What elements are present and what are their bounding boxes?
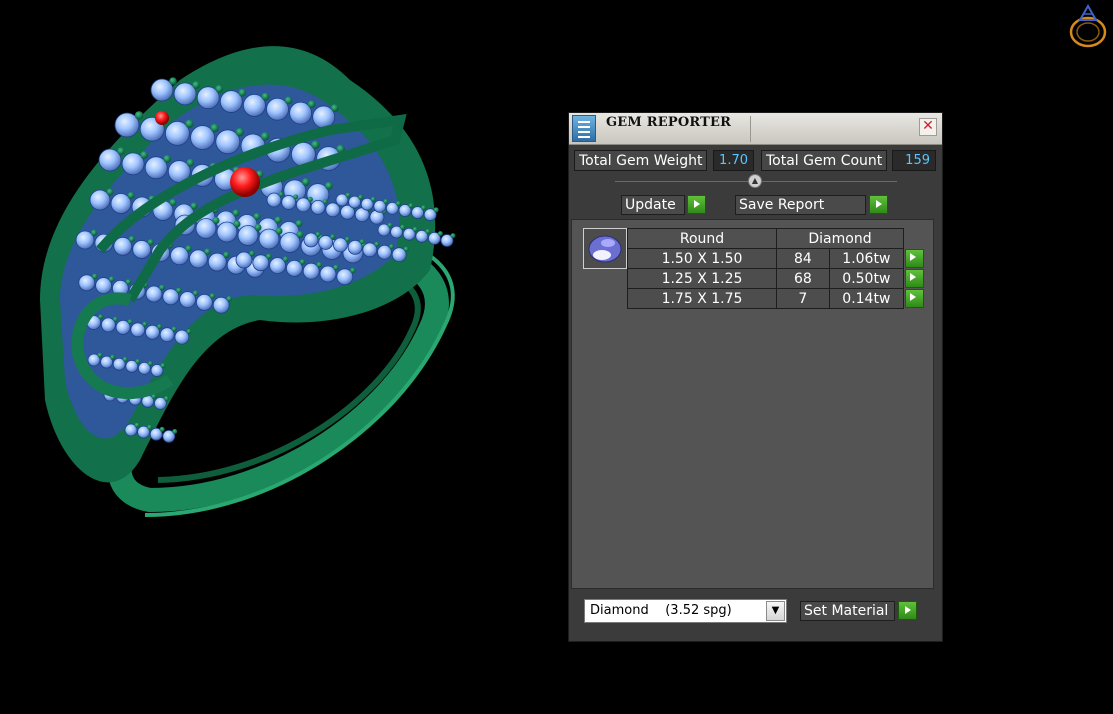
set-material-go-button[interactable]	[898, 601, 917, 620]
gem-weight-cell: 0.50tw	[828, 268, 905, 289]
gem-size-cell: 1.25 X 1.25	[627, 268, 777, 289]
update-button[interactable]: Update	[621, 195, 685, 215]
save-report-button[interactable]: Save Report	[735, 195, 866, 215]
chevron-up-icon: ▲	[751, 176, 759, 185]
gem-reporter-panel: GEM REPORTER ✕ Total Gem Weight 1.70 Tot…	[568, 112, 943, 642]
window-title: GEM REPORTER	[606, 115, 732, 130]
viewport-ring-render[interactable]	[0, 0, 560, 714]
row-select-button[interactable]	[905, 269, 924, 288]
total-gem-count-value: 159	[892, 150, 936, 171]
gem-list-area: Round Diamond 1.50 X 1.50 84 1.06tw 1.25…	[571, 219, 934, 589]
total-gem-weight-label: Total Gem Weight	[574, 150, 708, 171]
collapse-toggle[interactable]: ▲	[748, 174, 762, 188]
total-gem-weight-value: 1.70	[713, 150, 754, 171]
row-select-button[interactable]	[905, 249, 924, 268]
gem-shape-thumbnail[interactable]	[583, 228, 627, 269]
gem-weight-cell: 1.06tw	[828, 248, 905, 269]
round-diamond-icon	[588, 235, 622, 263]
gem-weight-cell: 0.14tw	[828, 288, 905, 309]
table-row: 1.75 X 1.75 7 0.14tw	[627, 288, 927, 309]
update-button-label: Update	[625, 197, 676, 213]
eye-ruby	[230, 167, 260, 197]
dropdown-arrow-icon[interactable]: ▼	[766, 601, 785, 621]
gem-count-cell: 84	[776, 248, 830, 269]
table-header-row: Round Diamond	[627, 228, 927, 249]
total-gem-count-label: Total Gem Count	[761, 150, 888, 171]
gem-reporter-app-icon	[572, 115, 596, 142]
gem-report-table: Round Diamond 1.50 X 1.50 84 1.06tw 1.25…	[627, 228, 927, 309]
material-dropdown[interactable]: Diamond (3.52 spg) ▼	[584, 599, 787, 623]
table-row: 1.50 X 1.50 84 1.06tw	[627, 248, 927, 269]
material-dropdown-value: Diamond (3.52 spg)	[590, 603, 732, 618]
save-report-go-button[interactable]	[869, 195, 888, 214]
eye-ruby-far	[155, 111, 169, 125]
title-divider	[750, 116, 751, 142]
row-select-button[interactable]	[905, 289, 924, 308]
close-button[interactable]: ✕	[919, 118, 937, 136]
save-report-button-label: Save Report	[739, 197, 825, 213]
set-material-button-label: Set Material	[804, 603, 889, 619]
set-material-button[interactable]: Set Material	[800, 601, 895, 621]
column-header-material: Diamond	[776, 228, 904, 249]
close-icon: ✕	[922, 118, 934, 134]
update-go-button[interactable]	[687, 195, 706, 214]
table-row: 1.25 X 1.25 68 0.50tw	[627, 268, 927, 289]
title-bar[interactable]: GEM REPORTER ✕	[569, 113, 942, 145]
gem-size-cell: 1.75 X 1.75	[627, 288, 777, 309]
column-header-shape: Round	[627, 228, 777, 249]
gem-count-cell: 7	[776, 288, 830, 309]
ring-view-icon[interactable]	[1062, 0, 1110, 52]
gem-size-cell: 1.50 X 1.50	[627, 248, 777, 269]
gem-count-cell: 68	[776, 268, 830, 289]
